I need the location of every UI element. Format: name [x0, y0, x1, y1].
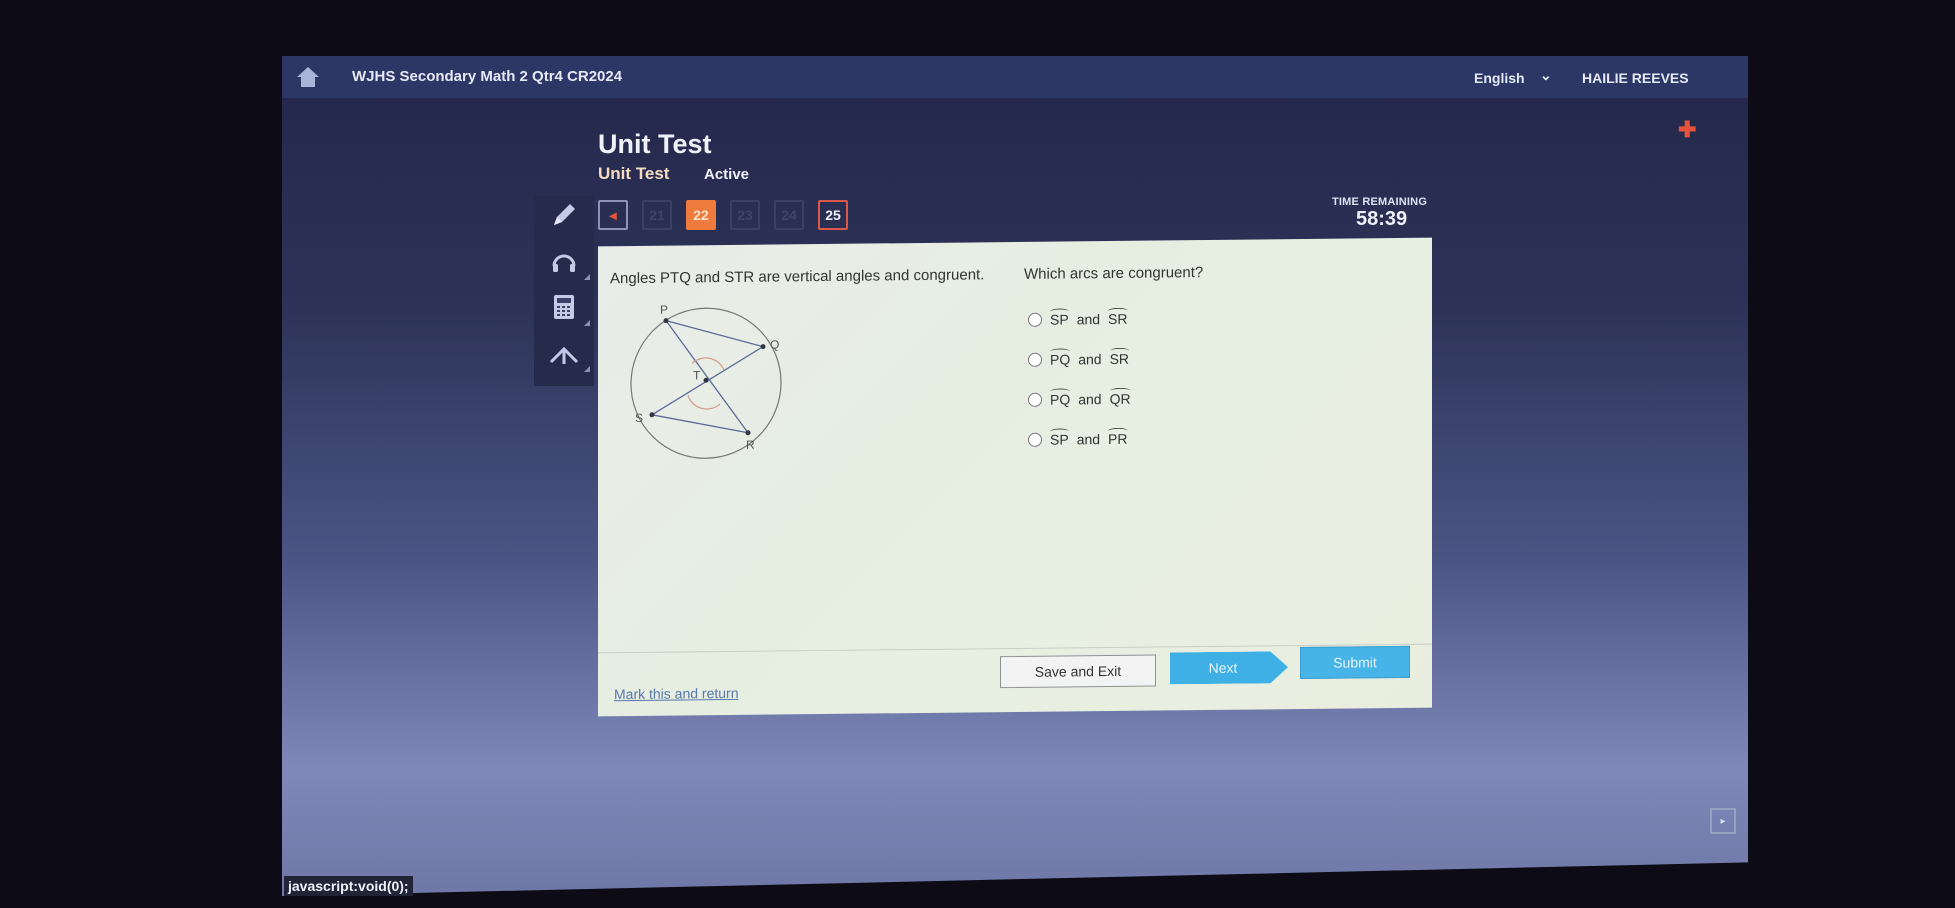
radio-button[interactable]: [1028, 312, 1042, 327]
segment-sr: [651, 414, 749, 434]
save-and-exit-button[interactable]: Save and Exit: [1000, 654, 1156, 689]
arc-label: PQ: [1050, 351, 1071, 368]
plus-icon[interactable]: ✚: [1678, 119, 1696, 141]
label-p: P: [660, 303, 668, 317]
segment-pq: [665, 320, 764, 348]
option-conjunction: and: [1078, 391, 1102, 408]
pencil-icon: [554, 204, 575, 225]
question-pager: ◂ 21 22 23 24 25: [598, 200, 848, 230]
answer-options: SP and SR PQ and SR PQ and QR SP and PR: [1028, 299, 1131, 460]
timer-label: TIME REMAINING: [1332, 196, 1428, 208]
page-24-button[interactable]: 24: [774, 200, 804, 230]
radio-button[interactable]: [1028, 392, 1042, 407]
browser-screen: WJHS Secondary Math 2 Qtr4 CR2024 Englis…: [282, 56, 1748, 896]
arc-label: SR: [1109, 350, 1130, 368]
arc-label: PR: [1108, 430, 1128, 448]
language-select[interactable]: English: [1474, 70, 1525, 86]
question-statement: Angles PTQ and STR are vertical angles a…: [610, 266, 985, 288]
chord-pr: [665, 320, 749, 434]
home-icon[interactable]: [296, 65, 320, 89]
question-card: Angles PTQ and STR are vertical angles a…: [598, 237, 1432, 717]
option-conjunction: and: [1076, 311, 1101, 328]
reference-icon: [549, 346, 579, 364]
submit-button[interactable]: Submit: [1300, 645, 1410, 680]
reference-tool[interactable]: [534, 330, 594, 376]
course-title: WJHS Secondary Math 2 Qtr4 CR2024: [352, 68, 623, 85]
option-conjunction: and: [1078, 351, 1102, 368]
status-label: Active: [704, 166, 750, 183]
label-s: S: [635, 411, 643, 425]
arc-label: SR: [1108, 310, 1128, 328]
answer-option[interactable]: SP and PR: [1028, 419, 1131, 460]
tool-corner: [584, 320, 590, 326]
page-25-button[interactable]: 25: [818, 200, 848, 230]
arc-label: SP: [1050, 431, 1069, 448]
radio-button[interactable]: [1028, 432, 1042, 447]
arc-label: SP: [1050, 311, 1069, 328]
option-conjunction: and: [1076, 431, 1101, 448]
tool-corner: [584, 274, 590, 280]
point-t: [703, 377, 709, 383]
calculator-tool[interactable]: [534, 284, 594, 330]
point-q: [760, 344, 766, 350]
next-button[interactable]: Next: [1170, 651, 1288, 684]
top-bar: WJHS Secondary Math 2 Qtr4 CR2024 Englis…: [282, 56, 1748, 98]
label-q: Q: [770, 337, 779, 351]
circle-diagram: P Q T S R: [630, 303, 782, 459]
arc-label: QR: [1109, 390, 1131, 408]
previous-page-button[interactable]: ◂: [598, 200, 628, 230]
answer-option[interactable]: PQ and QR: [1028, 379, 1131, 420]
answer-option[interactable]: PQ and SR: [1028, 339, 1131, 380]
point-s: [649, 412, 655, 418]
user-name[interactable]: HAILIE REEVES: [1582, 70, 1689, 86]
tools-sidebar: [534, 196, 594, 386]
activity-title: Unit Test: [598, 164, 670, 183]
tool-corner: [584, 366, 590, 372]
chevron-down-icon[interactable]: ⌄: [1540, 67, 1552, 84]
page-22-button[interactable]: 22: [686, 200, 716, 230]
arc-label: PQ: [1050, 391, 1071, 408]
label-r: R: [746, 438, 755, 452]
calculator-icon: [554, 295, 574, 319]
question-prompt: Which arcs are congruent?: [1024, 264, 1204, 283]
circle: [630, 307, 782, 459]
headphones-icon: [552, 254, 576, 272]
angle-mark-str: [687, 395, 721, 410]
browser-status-bar: javascript:void(0);: [284, 876, 413, 896]
timer-value: 58:39: [1356, 208, 1408, 230]
mark-and-return-link[interactable]: Mark this and return: [614, 685, 739, 702]
audio-tool[interactable]: [534, 238, 594, 284]
answer-option[interactable]: SP and SR: [1028, 299, 1131, 340]
label-t: T: [693, 368, 701, 382]
page-21-button[interactable]: 21: [642, 200, 672, 230]
radio-button[interactable]: [1028, 352, 1042, 367]
next-page-arrow-button[interactable]: ▸: [1710, 808, 1736, 834]
page-title: Unit Test: [598, 129, 712, 159]
pencil-tool[interactable]: [534, 192, 594, 238]
page-23-button[interactable]: 23: [730, 200, 760, 230]
